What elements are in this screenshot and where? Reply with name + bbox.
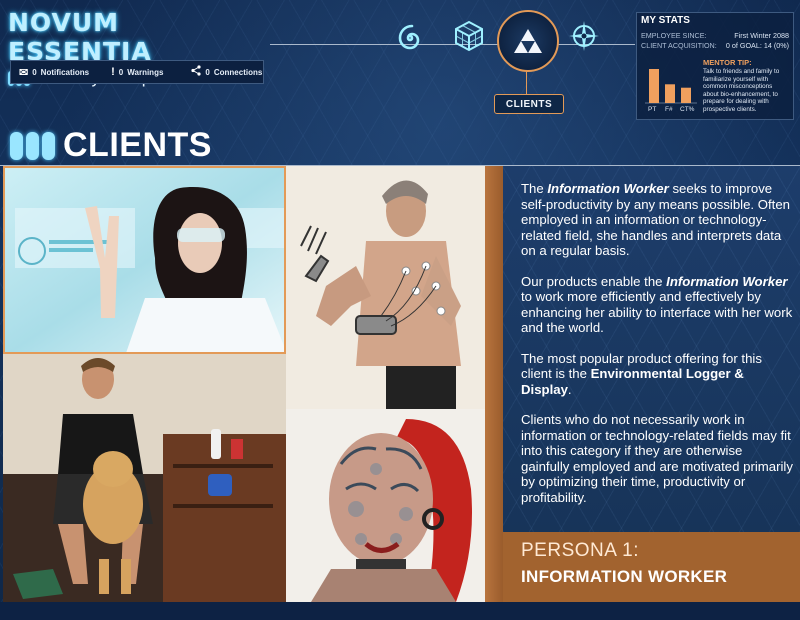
warnings-label: Warnings: [127, 67, 164, 77]
stats-bar-pt: [649, 69, 659, 103]
employee-since-value: First Winter 2088: [734, 31, 789, 40]
description-paragraph-3: The most popular product offering for th…: [521, 350, 762, 397]
active-section-label: CLIENTS: [494, 94, 564, 114]
photo-woman-interface[interactable]: [3, 166, 286, 354]
connections-count: 0: [205, 67, 210, 77]
notifications-link[interactable]: ✉ 0 Notifications: [19, 66, 89, 79]
footer-bar: [0, 602, 800, 620]
description-paragraph-1: The Information Worker seeks to improve …: [521, 181, 791, 258]
mentor-tip-text: Talk to friends and family to familiariz…: [703, 68, 780, 113]
envelope-icon: ✉: [19, 66, 29, 79]
persona-description-panel: The Information Worker seeks to improve …: [503, 166, 800, 532]
notifications-label: Notifications: [40, 67, 90, 77]
persona-number: PERSONA 1:: [521, 540, 639, 561]
photo-man-with-dog[interactable]: [3, 354, 286, 602]
employee-since-label: EMPLOYEE SINCE:: [641, 31, 707, 40]
client-photo-collage: [3, 166, 485, 602]
spiral-nav-icon[interactable]: [392, 20, 428, 56]
stats-label-pt: PT: [648, 106, 656, 113]
stats-label-f: F#: [665, 106, 673, 113]
stats-bar-f: [665, 84, 675, 103]
persona-description: The Information Worker seeks to improve …: [521, 181, 793, 520]
warnings-link[interactable]: ! 0 Warnings: [111, 66, 163, 78]
description-paragraph-2: Our products enable the Information Work…: [521, 273, 793, 336]
exclamation-icon: !: [111, 66, 115, 78]
client-acquisition-row: CLIENT ACQUISITION: 0 of GOAL: 14 (0%): [641, 41, 789, 50]
share-icon: [191, 65, 202, 79]
photo-woman-body-mod[interactable]: [286, 409, 485, 602]
triforce-nav-icon[interactable]: [497, 10, 559, 72]
stats-title: MY STATS: [641, 15, 690, 26]
notifications-count: 0: [32, 67, 37, 77]
page-title: CLIENTS: [63, 126, 212, 164]
warnings-count: 0: [118, 67, 124, 77]
notification-bar: ✉ 0 Notifications ! 0 Warnings 0 Connect…: [10, 60, 264, 84]
nav-connector-line: [526, 70, 527, 94]
connections-label: Connections: [213, 67, 263, 77]
client-acquisition-value: 0 of GOAL: 14 (0%): [725, 41, 789, 50]
client-acquisition-label: CLIENT ACQUISITION:: [641, 41, 717, 50]
accent-stripe: [485, 166, 503, 602]
stats-label-ct: CT%: [680, 106, 695, 113]
photo-man-cybernetic-arm[interactable]: [286, 166, 485, 409]
bars-icon: [10, 131, 55, 160]
compass-nav-icon[interactable]: [566, 18, 602, 54]
my-stats-panel: MY STATS EMPLOYEE SINCE: First Winter 20…: [636, 12, 794, 120]
section-header: CLIENTS: [10, 126, 212, 165]
brand-title: NOVUM ESSENTIA: [8, 8, 152, 66]
persona-name: INFORMATION WORKER: [521, 567, 728, 586]
stats-mini-chart: PT F# CT%: [645, 69, 697, 113]
connections-link[interactable]: 0 Connections: [191, 65, 262, 79]
cube-nav-icon[interactable]: [451, 18, 487, 54]
persona-title-panel: PERSONA 1: INFORMATION WORKER: [503, 532, 800, 602]
mentor-tip-title: MENTOR TIP:: [703, 58, 752, 67]
stats-bar-ct: [681, 87, 691, 103]
description-paragraph-4: Clients who do not necessarily work in i…: [521, 412, 793, 505]
employee-since-row: EMPLOYEE SINCE: First Winter 2088: [641, 31, 789, 40]
